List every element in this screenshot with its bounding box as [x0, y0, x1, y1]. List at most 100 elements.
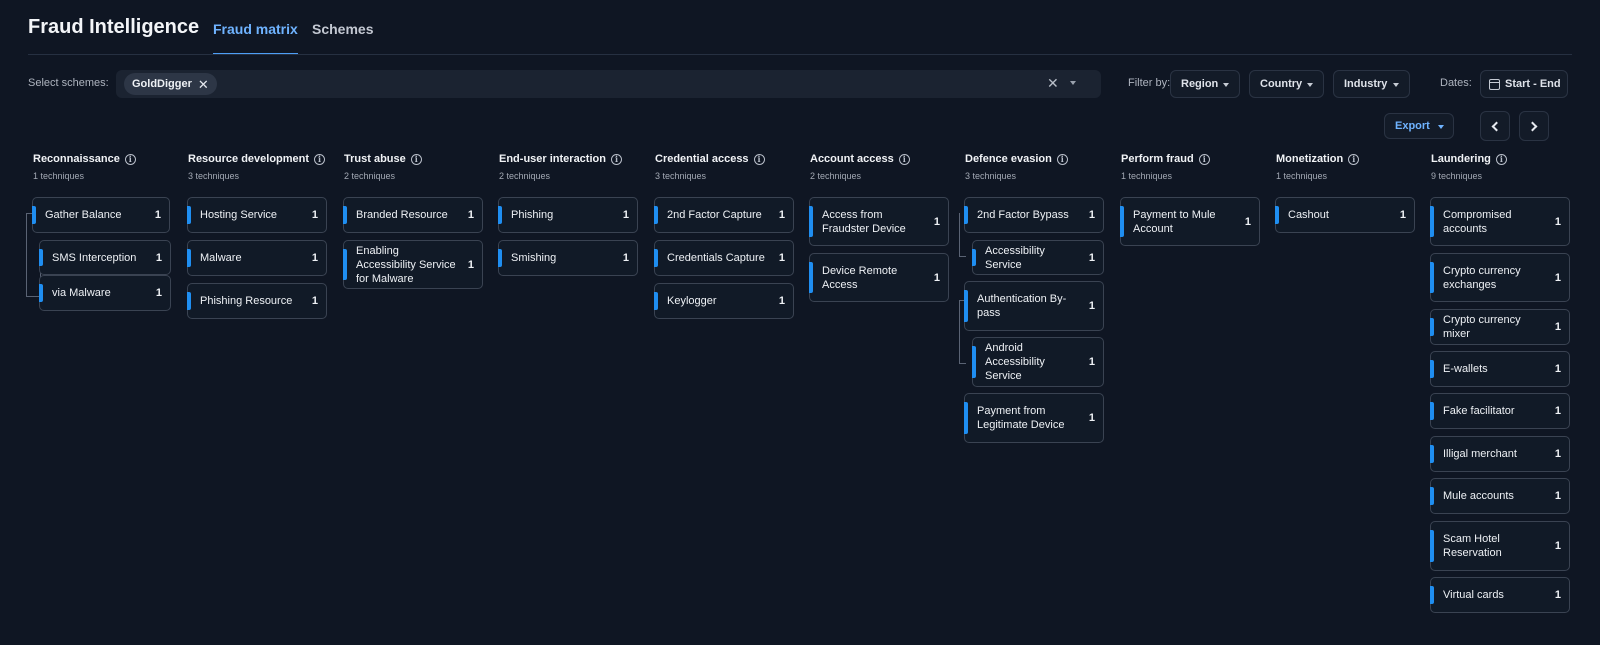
technique-card-compromised-accounts[interactable]: Compromised accounts 1 [1430, 197, 1570, 246]
tactic-column-credential-access: Credential access i 3 techniques [655, 152, 795, 183]
tactic-title-label: Defence evasion [965, 153, 1052, 165]
technique-count-value: 1 [155, 287, 162, 299]
scheme-chip-label: GoldDigger [132, 78, 192, 90]
industry-dropdown-label: Industry [1344, 78, 1388, 90]
technique-card-cashout[interactable]: Cashout 1 [1275, 197, 1415, 233]
info-icon[interactable]: i [124, 153, 136, 165]
technique-label: Payment to Mule Account [1133, 208, 1216, 235]
tree-connector-line [959, 363, 966, 364]
technique-card-device-remote-access[interactable]: Device Remote Access 1 [809, 253, 949, 302]
tactic-column-trust-abuse: Trust abuse i 2 techniques [344, 152, 484, 183]
tactic-column-monetization: Monetization i 1 techniques [1276, 152, 1416, 183]
tactic-title: Trust abuse i [344, 152, 484, 166]
technique-count-value: 1 [778, 295, 785, 307]
technique-count-value: 1 [1554, 589, 1561, 601]
technique-card-virtual-cards[interactable]: Virtual cards 1 [1430, 577, 1570, 613]
technique-label: Device Remote Access [822, 264, 898, 291]
info-icon[interactable]: i [610, 153, 622, 165]
tactic-column-resource-development: Resource development i 3 techniques [188, 152, 328, 183]
export-button[interactable]: Export [1384, 113, 1454, 139]
tactic-title-label: Trust abuse [344, 153, 406, 165]
tactic-column-laundering: Laundering i 9 techniques [1431, 152, 1571, 183]
info-icon[interactable]: i [753, 153, 765, 165]
technique-card-payment-to-mule-account[interactable]: Payment to Mule Account 1 [1120, 197, 1260, 246]
technique-card-crypto-currency-mixer[interactable]: Crypto currency mixer 1 [1430, 309, 1570, 345]
technique-count-value: 1 [311, 252, 318, 264]
technique-count-value: 1 [311, 295, 318, 307]
dates-label: Dates: [1440, 77, 1472, 89]
technique-card-accessibility-service[interactable]: Accessibility Service 1 [972, 240, 1104, 275]
technique-card-authentication-by-pass[interactable]: Authentication By-pass 1 [964, 281, 1104, 331]
technique-card-via-malware[interactable]: via Malware 1 [39, 275, 171, 311]
chevron-left-icon [1491, 121, 1502, 131]
technique-count-value: 1 [1244, 215, 1251, 228]
technique-card-payment-from-legitimate-device[interactable]: Payment from Legitimate Device 1 [964, 393, 1104, 443]
technique-count-value: 1 [1554, 215, 1561, 228]
technique-count-value: 1 [467, 258, 474, 271]
tactic-title: End-user interaction i [499, 152, 639, 166]
tree-connector-line [959, 213, 960, 257]
technique-count-value: 1 [1088, 251, 1095, 264]
technique-count: 3 techniques [188, 171, 240, 181]
info-icon[interactable]: i [1495, 153, 1507, 165]
technique-card-enabling-accessibility-service-for-malware[interactable]: Enabling Accessibility Service for Malwa… [343, 240, 483, 289]
technique-label: Crypto currency mixer [1443, 314, 1521, 340]
industry-dropdown[interactable]: Industry [1333, 70, 1410, 98]
technique-card-2nd-factor-bypass[interactable]: 2nd Factor Bypass 1 [964, 197, 1104, 233]
tree-connector-line [26, 213, 27, 297]
technique-count-value: 1 [1399, 209, 1406, 221]
chevron-down-icon[interactable] [1070, 81, 1076, 85]
technique-card-keylogger[interactable]: Keylogger 1 [654, 283, 794, 319]
tactic-title-label: Laundering [1431, 153, 1491, 165]
country-dropdown[interactable]: Country [1249, 70, 1324, 98]
tab-fraud-matrix[interactable]: Fraud matrix [213, 21, 298, 55]
technique-card-android-accessibility-service[interactable]: Android Accessibility Service 1 [972, 337, 1104, 387]
tab-schemes[interactable]: Schemes [312, 21, 373, 37]
technique-count-value: 1 [154, 209, 161, 221]
technique-count: 3 techniques [965, 171, 1017, 181]
tactic-title-label: Monetization [1276, 153, 1344, 165]
technique-card-sms-interception[interactable]: SMS Interception 1 [39, 240, 171, 275]
technique-card-access-from-fraudster-device[interactable]: Access from Fraudster Device 1 [809, 197, 949, 246]
technique-label: 2nd Factor Capture [667, 209, 762, 221]
technique-card-e-wallets[interactable]: E-wallets 1 [1430, 351, 1570, 387]
technique-count-value: 1 [778, 209, 785, 221]
technique-label: Authentication By-pass [977, 293, 1067, 319]
technique-card-gather-balance[interactable]: Gather Balance 1 [32, 197, 170, 233]
region-dropdown[interactable]: Region [1170, 70, 1240, 98]
technique-label: Accessibility Service [985, 244, 1045, 271]
technique-card-branded-resource[interactable]: Branded Resource 1 [343, 197, 483, 233]
technique-count-value: 1 [622, 209, 629, 221]
info-icon[interactable]: i [1198, 153, 1210, 165]
info-icon[interactable]: i [898, 153, 910, 165]
technique-label: Gather Balance [45, 209, 122, 221]
technique-card-credentials-capture[interactable]: Credentials Capture 1 [654, 240, 794, 276]
info-icon[interactable]: i [1056, 153, 1068, 165]
scheme-chip[interactable]: GoldDigger ✕ [124, 73, 217, 95]
remove-chip-icon[interactable]: ✕ [198, 78, 209, 91]
technique-card-hosting-service[interactable]: Hosting Service 1 [187, 197, 327, 233]
technique-card-malware[interactable]: Malware 1 [187, 240, 327, 276]
scheme-select[interactable]: GoldDigger ✕ ✕ [116, 70, 1101, 98]
technique-label: Mule accounts [1443, 490, 1514, 502]
info-icon[interactable]: i [314, 153, 326, 165]
technique-card-mule-accounts[interactable]: Mule accounts 1 [1430, 478, 1570, 514]
technique-card-phishing-resource[interactable]: Phishing Resource 1 [187, 283, 327, 319]
date-range-picker[interactable]: Start - End [1480, 70, 1568, 98]
technique-card-2nd-factor-capture[interactable]: 2nd Factor Capture 1 [654, 197, 794, 233]
info-icon[interactable]: i [1348, 153, 1360, 165]
technique-card-phishing[interactable]: Phishing 1 [498, 197, 638, 233]
info-icon[interactable]: i [410, 153, 422, 165]
clear-selection-icon[interactable]: ✕ [1047, 75, 1059, 92]
next-page-button[interactable] [1519, 111, 1549, 141]
technique-card-smishing[interactable]: Smishing 1 [498, 240, 638, 276]
technique-card-illigal-merchant[interactable]: Illigal merchant 1 [1430, 436, 1570, 472]
technique-card-crypto-currency-exchanges[interactable]: Crypto currency exchanges 1 [1430, 253, 1570, 302]
technique-label: Illigal merchant [1443, 448, 1517, 460]
technique-label: via Malware [52, 287, 111, 299]
technique-count: 1 techniques [33, 171, 85, 181]
technique-count-value: 1 [933, 271, 940, 284]
technique-card-scam-hotel-reservation[interactable]: Scam Hotel Reservation 1 [1430, 521, 1570, 571]
prev-page-button[interactable] [1480, 111, 1510, 141]
technique-card-fake-facilitator[interactable]: Fake facilitator 1 [1430, 393, 1570, 429]
